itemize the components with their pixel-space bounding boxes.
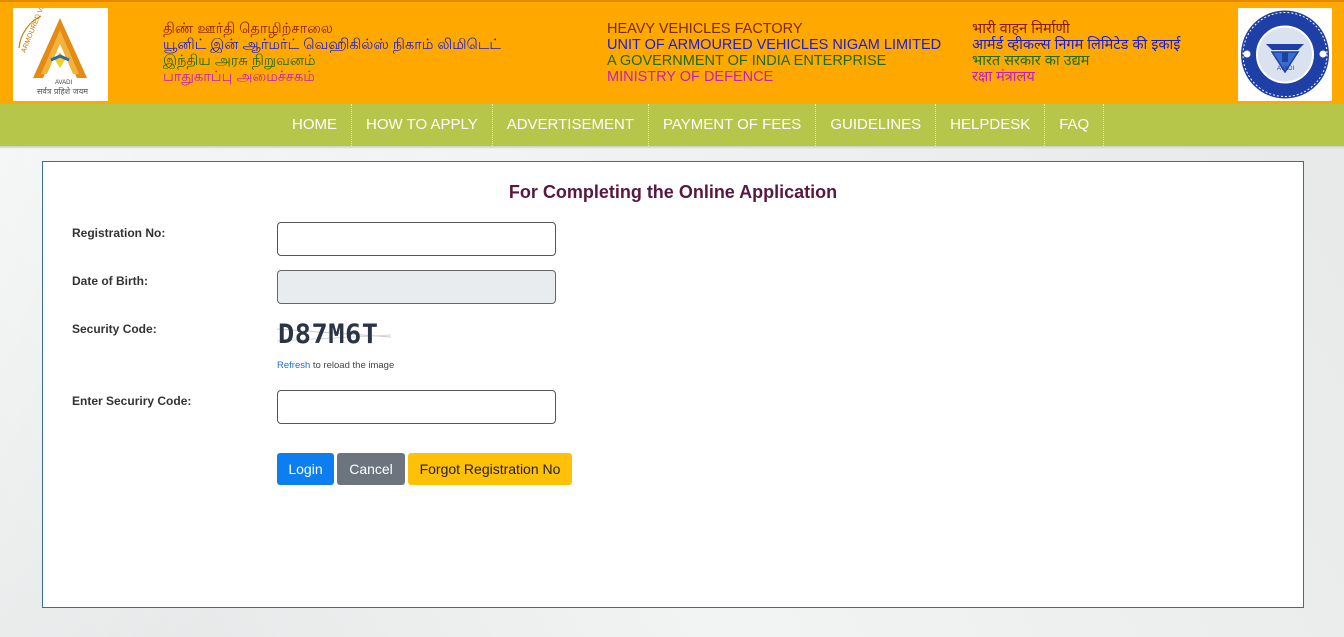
- armoured-vehicles-emblem-icon: ARMOURED VEHICLES AVADI सर्वत्र प्रहिशे …: [18, 0, 88, 96]
- site-header: ARMOURED VEHICLES AVADI सर्वत्र प्रहिशे …: [0, 0, 1344, 104]
- nav-item-faq[interactable]: FAQ: [1045, 104, 1105, 146]
- header-english-block: HEAVY VEHICLES FACTORY UNIT OF ARMOURED …: [607, 21, 941, 85]
- header-tamil-line-2: யூனிட் இன் ஆர்மர்ட் வெஹிகில்ஸ் நிகாம் லி…: [163, 37, 501, 53]
- logo-avadi-text: AVADI: [55, 80, 72, 86]
- header-english-line-3: A GOVERNMENT OF INDIA ENTERPRISE: [607, 53, 887, 69]
- header-tamil-block: திண் ஊர்தி தொழிற்சாலை யூனிட் இன் ஆர்மர்ட…: [163, 21, 501, 85]
- header-hindi-line-4: रक्षा मंत्रालय: [972, 69, 1035, 85]
- header-tamil-line-4: பாதுகாப்பு அமைச்சகம்: [163, 69, 315, 85]
- refresh-hint: Refresh to reload the image: [277, 360, 394, 371]
- refresh-hint-text: to reload the image: [310, 360, 395, 371]
- header-tamil-line-3: இந்திய அரசு நிறுவனம்: [163, 53, 316, 69]
- enter-security-code-label: Enter Securiry Code:: [72, 394, 192, 408]
- nav-item-advertisement[interactable]: ADVERTISEMENT: [493, 104, 649, 146]
- header-hindi-line-1: भारी वाहन निर्माणी: [972, 21, 1070, 37]
- dob-input[interactable]: [277, 270, 556, 304]
- hvf-avadi-emblem-icon: AVADI: [1241, 10, 1329, 99]
- header-hindi-line-3: भारत सरकार का उद्यम: [972, 53, 1090, 69]
- header-hindi-block: भारी वाहन निर्माणी आर्मर्ड व्हीकल्स निगम…: [972, 21, 1180, 85]
- logo-motto-text: सर्वत्र प्रहिशे जयम: [37, 86, 88, 96]
- registration-no-label: Registration No:: [72, 226, 166, 240]
- login-panel: For Completing the Online Application Re…: [42, 161, 1304, 608]
- nav-item-payment-of-fees[interactable]: PAYMENT OF FEES: [649, 104, 817, 146]
- security-code-input[interactable]: [277, 390, 556, 424]
- header-tamil-line-1: திண் ஊர்தி தொழிற்சாலை: [163, 21, 333, 37]
- security-code-label: Security Code:: [72, 322, 157, 336]
- main-navigation: HOME HOW TO APPLY ADVERTISEMENT PAYMENT …: [0, 104, 1344, 146]
- armoured-vehicles-logo: ARMOURED VEHICLES AVADI सर्वत्र प्रहिशे …: [13, 0, 108, 101]
- nav-item-home[interactable]: HOME: [278, 104, 352, 146]
- captcha-image: D87M6T: [276, 315, 392, 353]
- dob-label: Date of Birth:: [72, 274, 148, 288]
- nav-item-how-to-apply[interactable]: HOW TO APPLY: [352, 104, 493, 146]
- hvf-logo: AVADI: [1238, 8, 1332, 101]
- captcha-text: D87M6T: [278, 319, 379, 350]
- nav-item-helpdesk[interactable]: HELPDESK: [936, 104, 1046, 146]
- registration-no-input[interactable]: [277, 222, 556, 256]
- header-hindi-line-2: आर्मर्ड व्हीकल्स निगम लिमिटेड की इकाई: [972, 37, 1181, 53]
- nav-menu: HOME HOW TO APPLY ADVERTISEMENT PAYMENT …: [278, 104, 1105, 146]
- header-english-line-4: MINISTRY OF DEFENCE: [607, 69, 774, 85]
- hvf-logo-text: AVADI: [1277, 66, 1294, 72]
- header-english-line-2: UNIT OF ARMOURED VEHICLES NIGAM LIMITED: [607, 37, 942, 53]
- login-button[interactable]: Login: [277, 453, 334, 485]
- refresh-captcha-link[interactable]: Refresh: [277, 360, 310, 371]
- forgot-registration-button[interactable]: Forgot Registration No: [408, 453, 572, 485]
- nav-shadow: [0, 146, 1344, 149]
- page-title: For Completing the Online Application: [508, 182, 838, 202]
- header-english-line-1: HEAVY VEHICLES FACTORY: [607, 21, 803, 37]
- cancel-button[interactable]: Cancel: [337, 453, 405, 485]
- nav-item-guidelines[interactable]: GUIDELINES: [816, 104, 937, 146]
